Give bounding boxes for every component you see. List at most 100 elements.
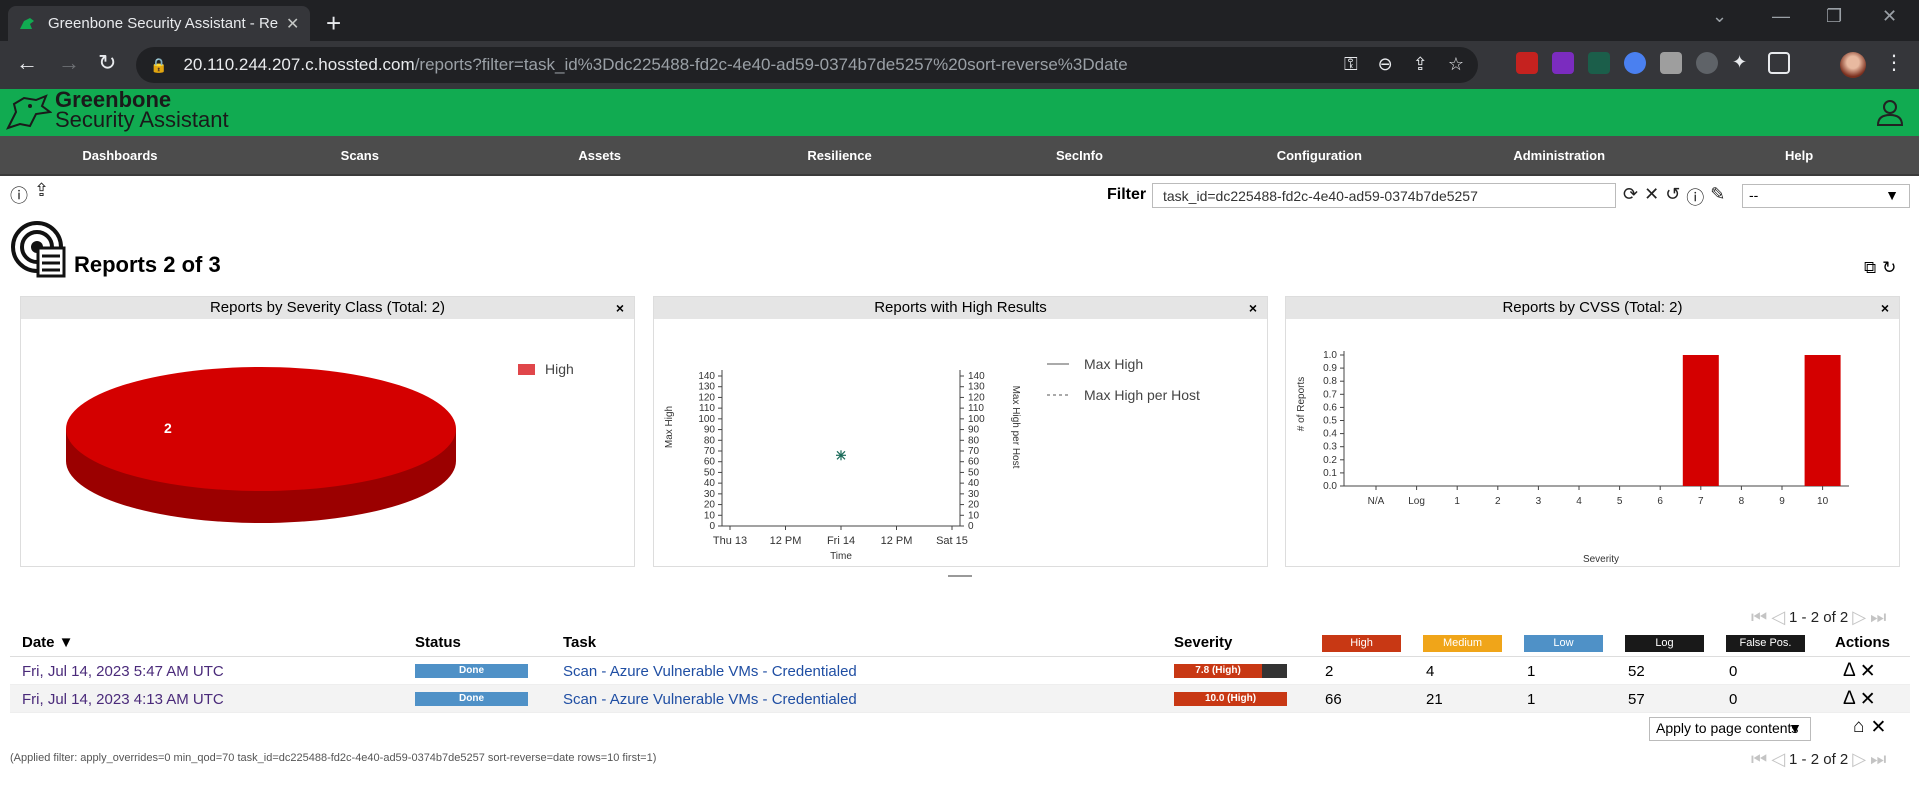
column-header-false-pos[interactable]: False Pos. bbox=[1726, 635, 1805, 652]
nav-scans[interactable]: Scans bbox=[240, 136, 480, 174]
first-page-icon[interactable]: ⏮ bbox=[1751, 607, 1767, 628]
table-row: Fri, Jul 14, 2023 5:47 AM UTC Done Scan … bbox=[10, 657, 1910, 685]
saved-filter-select[interactable]: -- ▼ bbox=[1742, 184, 1910, 208]
extension-grammar-icon[interactable] bbox=[1588, 52, 1610, 74]
table-row: Fri, Jul 14, 2023 4:13 AM UTC Done Scan … bbox=[10, 685, 1910, 713]
panel-close-icon[interactable]: × bbox=[616, 297, 624, 319]
nav-assets[interactable]: Assets bbox=[480, 136, 720, 174]
x-tick-label: 4 bbox=[1576, 496, 1582, 507]
filter-input[interactable] bbox=[1152, 183, 1616, 208]
column-header-high[interactable]: High bbox=[1322, 635, 1401, 652]
reset-dashboard-icon[interactable]: ↻ bbox=[1882, 258, 1896, 278]
add-dashboard-icon[interactable]: ⧉ bbox=[1864, 258, 1876, 278]
extension-cloud-icon[interactable] bbox=[1696, 52, 1718, 74]
extensions-puzzle-icon[interactable]: ✦ bbox=[1732, 52, 1754, 74]
browser-menu-icon[interactable]: ⋮ bbox=[1884, 50, 1904, 75]
task-link[interactable]: Scan - Azure Vulnerable VMs - Credential… bbox=[563, 663, 857, 680]
bulk-delete-icon[interactable]: ✕ bbox=[1870, 716, 1886, 739]
extension-r-icon[interactable] bbox=[1552, 52, 1574, 74]
column-header-log[interactable]: Log bbox=[1625, 635, 1704, 652]
profile-avatar[interactable] bbox=[1840, 52, 1866, 78]
column-header-date[interactable]: Date ▼ bbox=[22, 634, 74, 651]
task-link[interactable]: Scan - Azure Vulnerable VMs - Credential… bbox=[563, 691, 857, 708]
new-tab-icon[interactable]: + bbox=[326, 8, 341, 39]
column-header-severity[interactable]: Severity bbox=[1174, 634, 1232, 651]
address-bar-row: ← → ↻ 🔒 20.110.244.207.c.hossted.com /re… bbox=[0, 41, 1919, 89]
extension-mail-icon[interactable] bbox=[1516, 52, 1538, 74]
y-tick-label: 0.3 bbox=[1323, 442, 1337, 453]
y2-tick-label: 70 bbox=[968, 446, 980, 457]
nav-help[interactable]: Help bbox=[1679, 136, 1919, 174]
nav-administration[interactable]: Administration bbox=[1439, 136, 1679, 174]
filter-help-icon[interactable]: ⓘ bbox=[1686, 184, 1704, 210]
help-icon[interactable]: ⓘ bbox=[10, 182, 28, 208]
browser-tab[interactable]: Greenbone Security Assistant - Reports ✕ bbox=[8, 6, 310, 41]
last-page-icon[interactable]: ⏭ bbox=[1870, 749, 1886, 770]
count-false-pos: 0 bbox=[1729, 663, 1738, 680]
zoom-icon[interactable]: ⊖ bbox=[1378, 54, 1393, 75]
panel-close-icon[interactable]: × bbox=[1881, 297, 1889, 319]
next-page-icon[interactable]: ▷ bbox=[1852, 607, 1866, 628]
delete-report-icon[interactable]: ✕ bbox=[1860, 688, 1876, 711]
forward-icon[interactable]: → bbox=[58, 50, 80, 76]
restore-icon[interactable]: ❐ bbox=[1826, 6, 1842, 27]
extension-notes-icon[interactable] bbox=[1660, 52, 1682, 74]
reload-icon[interactable]: ↻ bbox=[98, 50, 116, 76]
tab-search-icon[interactable]: ⌄ bbox=[1712, 6, 1727, 27]
edit-filter-icon[interactable]: ✎ bbox=[1710, 184, 1725, 210]
delete-report-icon[interactable]: ✕ bbox=[1860, 660, 1876, 683]
nav-secinfo[interactable]: SecInfo bbox=[960, 136, 1200, 174]
column-header-task[interactable]: Task bbox=[563, 634, 596, 651]
reset-filter-icon[interactable]: ↺ bbox=[1665, 184, 1680, 210]
tag-icon[interactable]: ⌂ bbox=[1853, 716, 1864, 739]
user-icon[interactable] bbox=[1875, 97, 1905, 127]
count-false-pos: 0 bbox=[1729, 691, 1738, 708]
first-page-icon[interactable]: ⏮ bbox=[1751, 749, 1767, 770]
nav-configuration[interactable]: Configuration bbox=[1199, 136, 1439, 174]
y2-tick-label: 90 bbox=[968, 425, 980, 436]
close-window-icon[interactable]: ✕ bbox=[1882, 6, 1897, 27]
update-filter-icon[interactable]: ⟳ bbox=[1623, 184, 1638, 210]
minimize-icon[interactable]: — bbox=[1772, 6, 1790, 27]
nav-dashboards[interactable]: Dashboards bbox=[0, 136, 240, 174]
side-panel-icon[interactable] bbox=[1768, 52, 1790, 74]
share-icon[interactable]: ⇪ bbox=[1413, 54, 1428, 75]
nav-resilience[interactable]: Resilience bbox=[720, 136, 960, 174]
legend-label-max-high-per-host: Max High per Host bbox=[1084, 387, 1200, 403]
previous-page-icon[interactable]: ◁ bbox=[1771, 749, 1785, 770]
extension-shield-icon[interactable] bbox=[1624, 52, 1646, 74]
delta-report-icon[interactable]: Δ bbox=[1843, 688, 1856, 711]
pie-slice-high bbox=[66, 367, 456, 491]
bookmark-star-icon[interactable]: ☆ bbox=[1448, 54, 1464, 75]
next-page-icon[interactable]: ▷ bbox=[1852, 749, 1866, 770]
apply-to-select[interactable]: Apply to page contents ▼ bbox=[1649, 717, 1811, 741]
y-tick-label: 70 bbox=[704, 446, 716, 457]
applied-filter-text: (Applied filter: apply_overrides=0 min_q… bbox=[10, 752, 657, 764]
y-tick-label: 90 bbox=[704, 425, 716, 436]
delta-report-icon[interactable]: Δ bbox=[1843, 660, 1856, 683]
tab-close-icon[interactable]: ✕ bbox=[286, 14, 299, 34]
last-page-icon[interactable]: ⏭ bbox=[1870, 607, 1886, 628]
report-date-link[interactable]: Fri, Jul 14, 2023 5:47 AM UTC bbox=[22, 663, 224, 680]
column-header-status[interactable]: Status bbox=[415, 634, 461, 651]
greenbone-logo-icon[interactable] bbox=[6, 94, 52, 132]
previous-page-icon[interactable]: ◁ bbox=[1771, 607, 1785, 628]
pagination-text: 1 - 2 of 2 bbox=[1789, 751, 1849, 768]
x-tick-label: 12 PM bbox=[881, 535, 913, 547]
column-header-medium[interactable]: Medium bbox=[1423, 635, 1502, 652]
y2-axis-label: Max High per Host bbox=[1010, 386, 1021, 469]
resize-handle[interactable] bbox=[948, 575, 972, 577]
legend-label-high: High bbox=[545, 361, 574, 377]
remove-filter-icon[interactable]: ✕ bbox=[1644, 184, 1659, 210]
panel-close-icon[interactable]: × bbox=[1249, 297, 1257, 319]
y-tick-label: 0.5 bbox=[1323, 416, 1337, 427]
report-date-link[interactable]: Fri, Jul 14, 2023 4:13 AM UTC bbox=[22, 691, 224, 708]
back-icon[interactable]: ← bbox=[16, 50, 38, 76]
url-bar[interactable]: 🔒 20.110.244.207.c.hossted.com /reports?… bbox=[136, 47, 1478, 83]
panel-severity-class: Reports by Severity Class (Total: 2) × 2… bbox=[20, 296, 635, 567]
pagination-bottom: ⏮ ◁ 1 - 2 of 2 ▷ ⏭ bbox=[1751, 749, 1886, 770]
key-icon[interactable]: ⚿ bbox=[1344, 54, 1358, 75]
x-tick-label: 2 bbox=[1495, 496, 1501, 507]
upload-icon[interactable]: ⇪ bbox=[34, 180, 49, 201]
column-header-low[interactable]: Low bbox=[1524, 635, 1603, 652]
